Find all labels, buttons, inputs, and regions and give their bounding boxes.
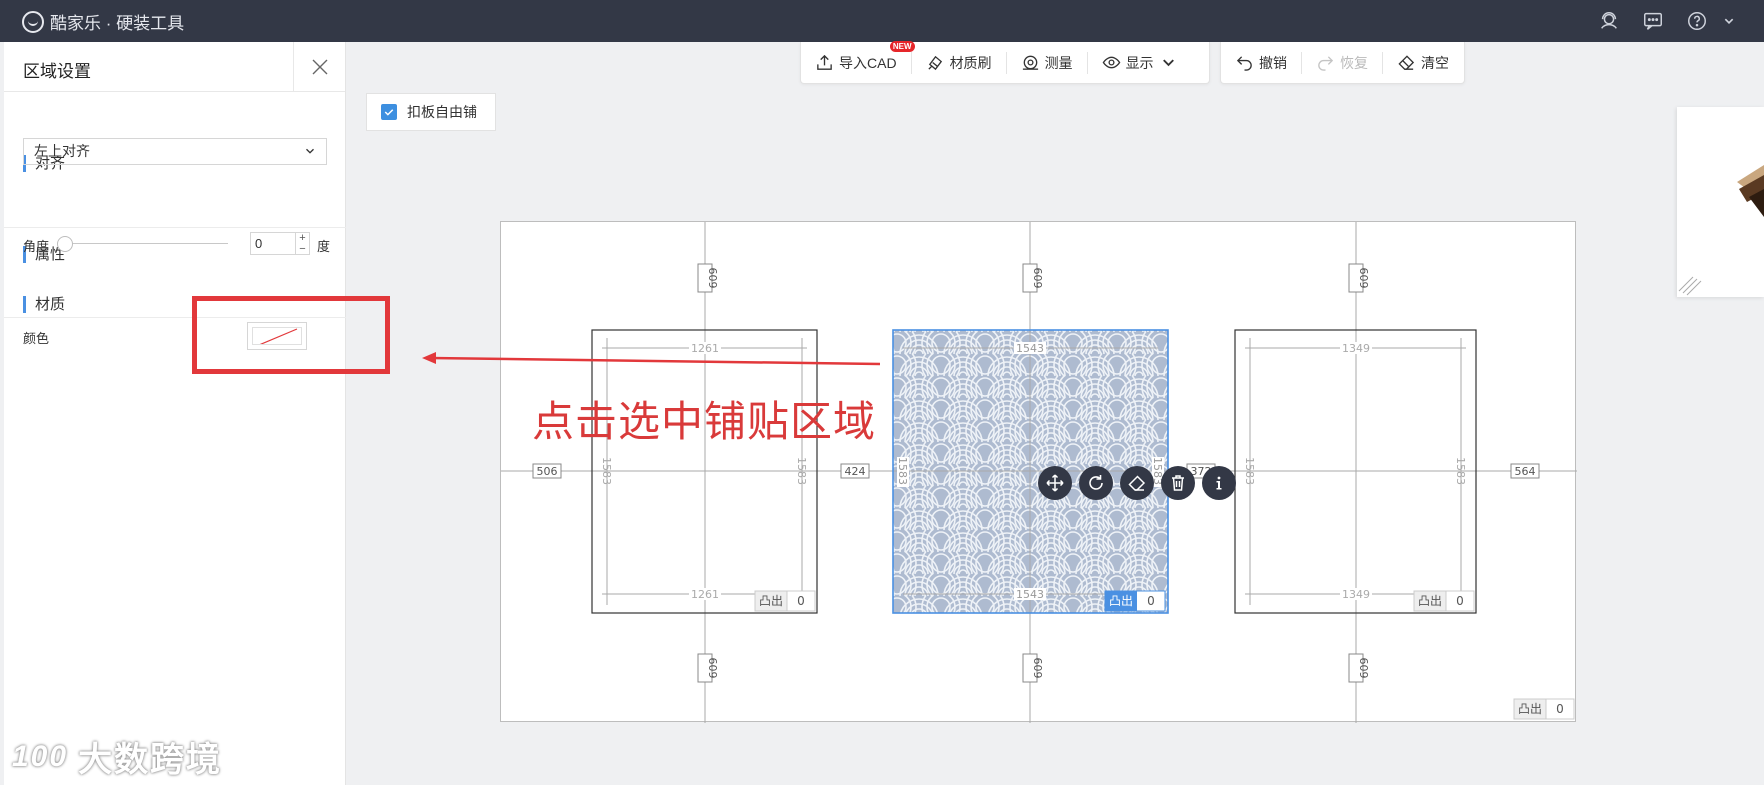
trash-icon (1172, 475, 1184, 491)
annotation-text: 点击选中铺贴区域 (532, 397, 877, 446)
region-action-buttons (1038, 466, 1236, 500)
move-button[interactable] (1038, 466, 1072, 500)
move-icon (1046, 474, 1064, 492)
rotate-icon (1089, 475, 1103, 490)
info-button[interactable] (1202, 466, 1236, 500)
delete-button[interactable] (1161, 466, 1195, 500)
info-icon (1216, 476, 1222, 490)
watermark: 100 大数跨境 (12, 732, 222, 781)
eraser-icon (1128, 475, 1146, 491)
erase-button[interactable] (1120, 466, 1154, 500)
annotation-arrow (422, 352, 881, 366)
rotate-button[interactable] (1079, 466, 1113, 500)
watermark-text: 大数跨境 (78, 741, 223, 779)
watermark-logo: 100 (12, 739, 69, 773)
